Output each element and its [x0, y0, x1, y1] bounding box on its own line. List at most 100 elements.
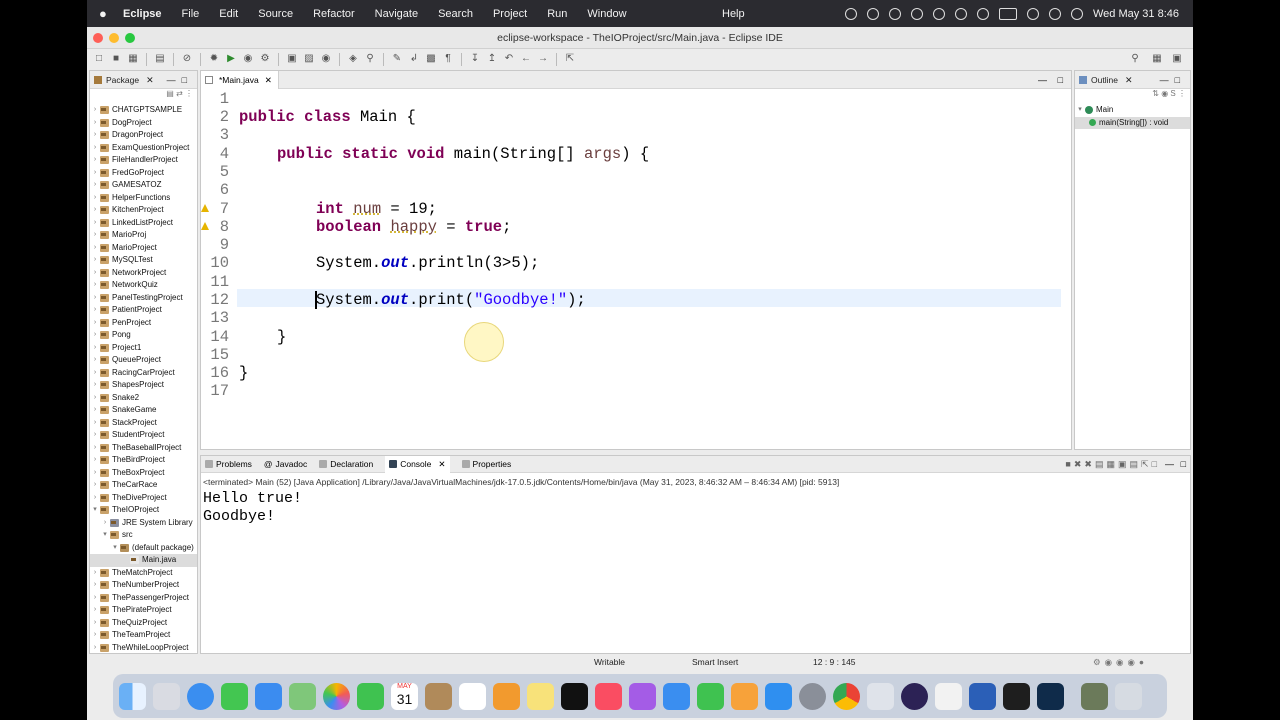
- eclipse-icon[interactable]: [867, 682, 894, 710]
- menu-help[interactable]: Help: [722, 8, 745, 20]
- tree-item-project[interactable]: › HelperFunctions: [90, 192, 197, 205]
- tree-item-project[interactable]: › TheDiveProject: [90, 492, 197, 505]
- open-type-icon[interactable]: ◈: [347, 53, 359, 65]
- package-explorer-tab[interactable]: Package ✕ —□: [90, 71, 197, 89]
- photos-icon[interactable]: [323, 682, 350, 710]
- view-window-controls[interactable]: —□: [1160, 71, 1186, 89]
- expanded-arrow-icon[interactable]: ▾: [1075, 104, 1085, 117]
- system-settings-icon[interactable]: [799, 682, 826, 710]
- collapsed-arrow-icon[interactable]: ›: [90, 229, 100, 242]
- toolbar-search-icon[interactable]: ⚲: [1129, 53, 1141, 65]
- collapsed-arrow-icon[interactable]: ›: [90, 104, 100, 117]
- hide-static-icon[interactable]: S: [1170, 89, 1175, 98]
- finder-icon[interactable]: [119, 682, 146, 710]
- collapsed-arrow-icon[interactable]: ›: [90, 292, 100, 305]
- tree-item-project[interactable]: › DragonProject: [90, 129, 197, 142]
- show-whitespace-icon[interactable]: ¶: [442, 53, 454, 65]
- record-icon[interactable]: [844, 7, 857, 20]
- scroll-lock-icon[interactable]: ▦: [1106, 459, 1118, 469]
- outline-method[interactable]: main(String[]) : void: [1075, 116, 1190, 129]
- skip-breakpoints-icon[interactable]: ⊘: [181, 53, 193, 65]
- collapsed-arrow-icon[interactable]: ›: [90, 442, 100, 455]
- toggle-mark-occurrences-icon[interactable]: ✎: [391, 53, 403, 65]
- coverage-icon[interactable]: ◉: [242, 53, 254, 65]
- app-store-icon[interactable]: [765, 682, 792, 710]
- word-icon[interactable]: [969, 682, 996, 710]
- collapsed-arrow-icon[interactable]: ›: [90, 317, 100, 330]
- run-icon[interactable]: ▶: [225, 53, 237, 65]
- tree-item-project[interactable]: › CHATGPTSAMPLE: [90, 104, 197, 117]
- notes-folder-icon[interactable]: [425, 682, 452, 710]
- menu-source[interactable]: Source: [258, 8, 293, 20]
- maps-icon[interactable]: [289, 682, 316, 710]
- close-icon[interactable]: ✕: [146, 71, 154, 89]
- collapsed-arrow-icon[interactable]: ›: [90, 467, 100, 480]
- tree-item-project[interactable]: › MarioProject: [90, 242, 197, 255]
- new-package-icon[interactable]: ▨: [303, 53, 315, 65]
- tree-item-project[interactable]: › RacingCarProject: [90, 367, 197, 380]
- collapsed-arrow-icon[interactable]: ›: [90, 154, 100, 167]
- tree-item-project[interactable]: › LinkedListProject: [90, 217, 197, 230]
- collapsed-arrow-icon[interactable]: ›: [90, 479, 100, 492]
- collapsed-arrow-icon[interactable]: ›: [90, 329, 100, 342]
- close-tab-icon[interactable]: ✕: [265, 71, 272, 89]
- tree-item-project[interactable]: › ThePirateProject: [90, 604, 197, 617]
- tree-item-file[interactable]: Main.java: [90, 554, 197, 567]
- tree-item-project[interactable]: › StackProject: [90, 417, 197, 430]
- collapsed-arrow-icon[interactable]: ›: [90, 592, 100, 605]
- tree-item-project[interactable]: › TheWhileLoopProject: [90, 642, 197, 654]
- tree-item-project[interactable]: › GAMESATOZ: [90, 179, 197, 192]
- outline-tab[interactable]: Outline ✕ —□: [1075, 71, 1190, 89]
- close-window-button[interactable]: [93, 33, 103, 43]
- debug-icon[interactable]: ✹: [208, 53, 220, 65]
- minimize-editor-icon[interactable]: —: [1038, 75, 1047, 85]
- collapsed-arrow-icon[interactable]: ›: [90, 579, 100, 592]
- save-all-icon[interactable]: ▦: [127, 53, 139, 65]
- tree-item-project[interactable]: › ShapesProject: [90, 379, 197, 392]
- maximize-editor-icon[interactable]: □: [1058, 75, 1063, 85]
- back-icon[interactable]: ←: [520, 53, 532, 65]
- tree-item-project[interactable]: › TheCarRace: [90, 479, 197, 492]
- collapsed-arrow-icon[interactable]: ›: [90, 417, 100, 430]
- editor-tab-main-java[interactable]: *Main.java ✕: [201, 71, 279, 89]
- notes-icon[interactable]: [527, 682, 554, 710]
- menu-project[interactable]: Project: [493, 8, 527, 20]
- collapsed-arrow-icon[interactable]: ›: [90, 367, 100, 380]
- collapsed-arrow-icon[interactable]: ›: [90, 617, 100, 630]
- new-class-icon[interactable]: ◉: [320, 53, 332, 65]
- expanded-arrow-icon[interactable]: ▾: [110, 542, 120, 555]
- control-center-icon[interactable]: [1070, 7, 1083, 20]
- close-icon[interactable]: ✕: [1125, 71, 1133, 89]
- collapsed-arrow-icon[interactable]: ›: [90, 279, 100, 292]
- collapsed-arrow-icon[interactable]: ›: [90, 454, 100, 467]
- new-icon[interactable]: □: [93, 53, 105, 65]
- collapsed-arrow-icon[interactable]: ›: [90, 342, 100, 355]
- tree-item-project[interactable]: › FileHandlerProject: [90, 154, 197, 167]
- menu-window[interactable]: Window: [587, 8, 626, 20]
- keyboard-input-icon[interactable]: [954, 7, 967, 20]
- link-with-editor-icon[interactable]: ⇄: [176, 89, 183, 98]
- tree-item-project[interactable]: › ThePassengerProject: [90, 592, 197, 605]
- tree-item-project[interactable]: › PanelTestingProject: [90, 292, 197, 305]
- search-toolbar-icon[interactable]: ⚲: [364, 53, 376, 65]
- expanded-arrow-icon[interactable]: ▾: [100, 529, 110, 542]
- tree-item-project[interactable]: › PenProject: [90, 317, 197, 330]
- collapsed-arrow-icon[interactable]: ›: [90, 192, 100, 205]
- collapsed-arrow-icon[interactable]: ›: [90, 129, 100, 142]
- tree-item-src[interactable]: ▾ src: [90, 529, 197, 542]
- moon-icon[interactable]: [932, 7, 945, 20]
- word-wrap-icon[interactable]: ▣: [1118, 459, 1130, 469]
- tree-item-project[interactable]: › TheQuizProject: [90, 617, 197, 630]
- terminal-icon[interactable]: [1003, 682, 1030, 710]
- tree-item-library[interactable]: › JRE System Library: [90, 517, 197, 530]
- menu-file[interactable]: File: [182, 8, 200, 20]
- next-annotation-icon[interactable]: ↧: [469, 53, 481, 65]
- view-menu-icon[interactable]: ⋮: [1178, 89, 1186, 98]
- menu-app-name[interactable]: Eclipse: [123, 8, 162, 20]
- calendar-icon[interactable]: MAY 31: [391, 682, 418, 710]
- collapsed-arrow-icon[interactable]: ›: [90, 392, 100, 405]
- downloads-stack-icon[interactable]: [1081, 682, 1108, 710]
- tree-item-project[interactable]: › FredGoProject: [90, 167, 197, 180]
- collapsed-arrow-icon[interactable]: ›: [90, 567, 100, 580]
- pin-editor-icon[interactable]: ⇱: [564, 53, 576, 65]
